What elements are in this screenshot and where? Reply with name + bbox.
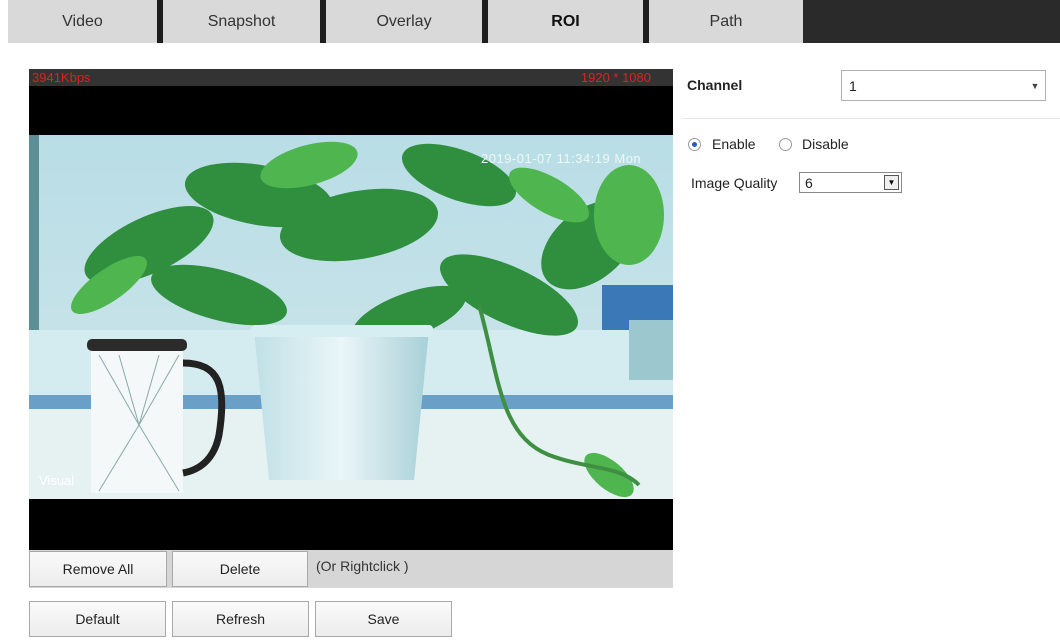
disable-label: Disable <box>802 136 849 152</box>
chevron-down-icon: ▼ <box>884 175 899 190</box>
enable-radio[interactable] <box>688 138 701 151</box>
bitrate-readout: 3941Kbps <box>32 70 91 85</box>
tab-overlay[interactable]: Overlay <box>326 0 482 43</box>
image-quality-value: 6 <box>805 174 813 191</box>
tab-bar: Video Snapshot Overlay ROI Path <box>8 0 1060 43</box>
delete-button[interactable]: Delete <box>172 551 308 587</box>
video-preview[interactable]: 3941Kbps 1920 * 1080 2019-01-07 11:34:19… <box>29 69 673 550</box>
video-timestamp: 2019-01-07 11:34:19 Mon <box>481 151 642 166</box>
refresh-button[interactable]: Refresh <box>172 601 309 637</box>
channel-select[interactable]: 1 ▼ <box>841 70 1046 101</box>
disable-radio[interactable] <box>779 138 792 151</box>
tab-snapshot[interactable]: Snapshot <box>163 0 320 43</box>
default-button[interactable]: Default <box>29 601 166 637</box>
channel-label: Channel <box>687 77 743 93</box>
enable-label: Enable <box>712 136 756 152</box>
channel-select-value: 1 <box>849 77 857 94</box>
save-button[interactable]: Save <box>315 601 452 637</box>
tab-path[interactable]: Path <box>649 0 803 43</box>
chevron-down-icon: ▼ <box>1030 80 1040 91</box>
channel-name-overlay: Visual <box>39 473 75 488</box>
video-info-bar <box>29 69 673 86</box>
image-quality-label: Image Quality <box>691 175 778 191</box>
divider <box>682 118 1060 119</box>
remove-all-button[interactable]: Remove All <box>29 551 167 587</box>
image-quality-select[interactable]: 6 ▼ <box>799 172 902 193</box>
tab-video[interactable]: Video <box>8 0 157 43</box>
resolution-readout: 1920 * 1080 <box>580 70 651 85</box>
camera-image <box>29 135 673 499</box>
rightclick-hint: (Or Rightclick ) <box>316 558 409 574</box>
tab-roi[interactable]: ROI <box>488 0 643 43</box>
